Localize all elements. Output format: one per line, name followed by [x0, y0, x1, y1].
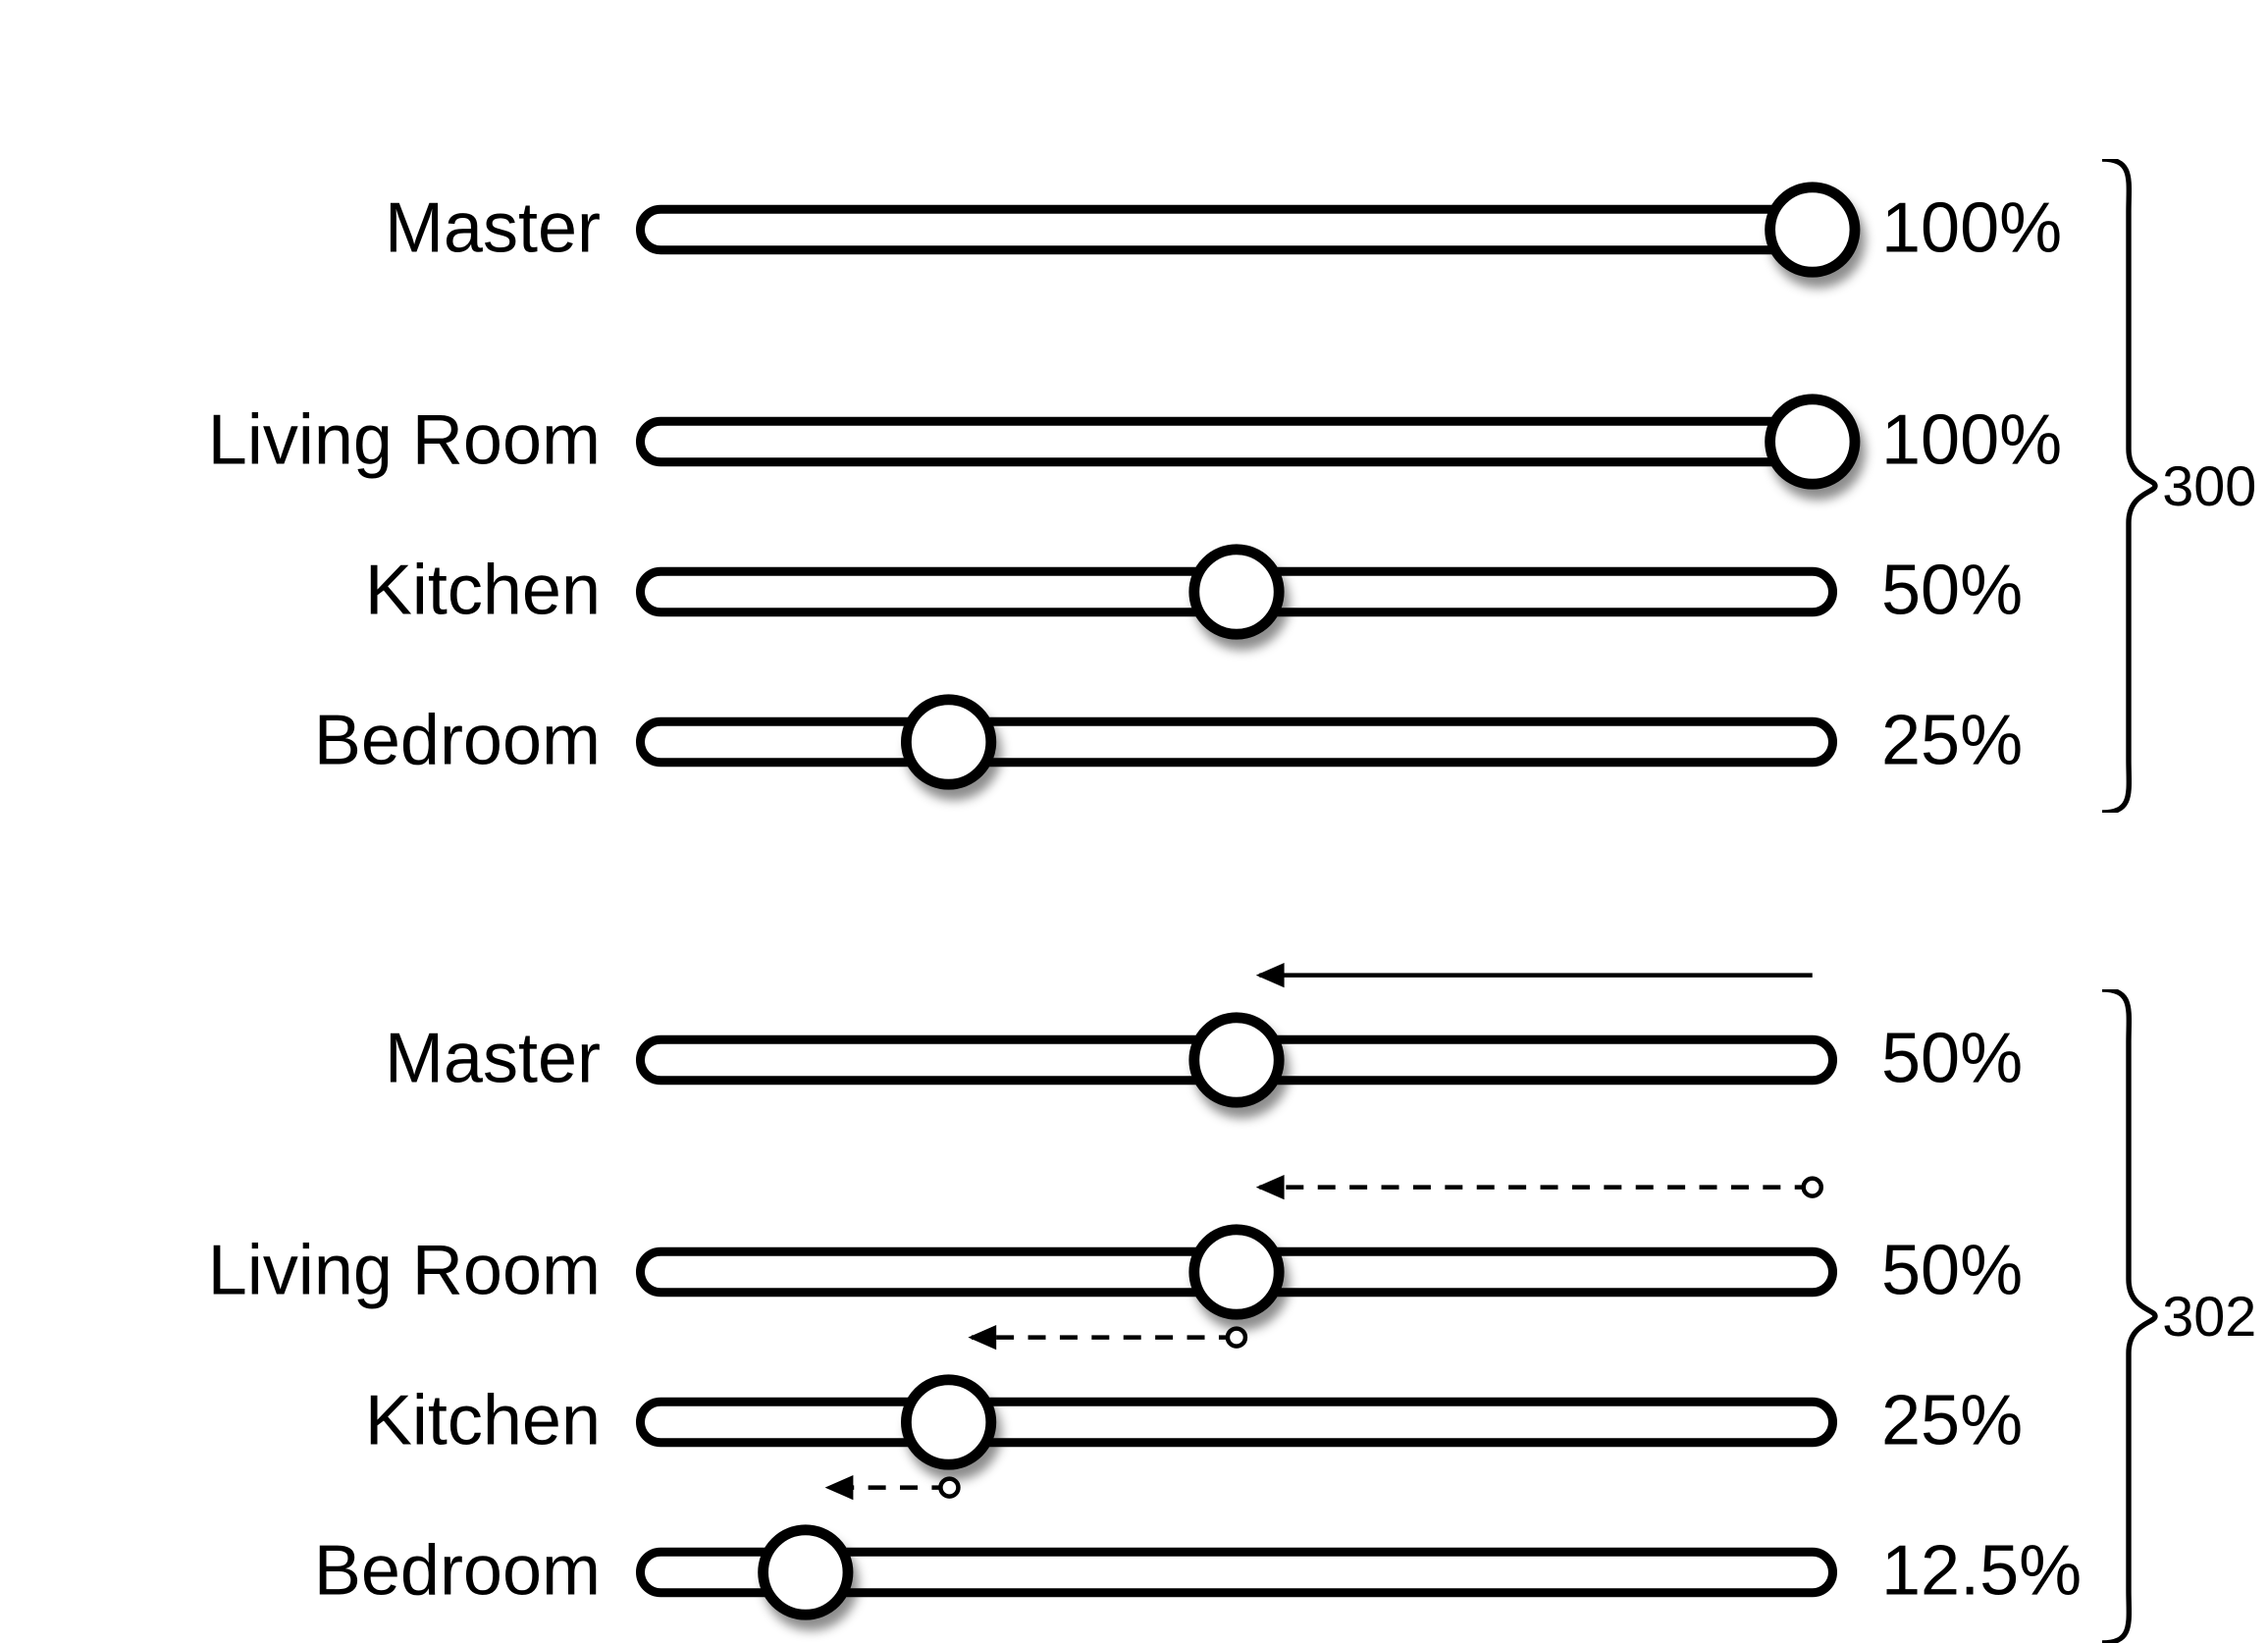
slider-knob[interactable]	[1765, 394, 1860, 489]
slider-knob[interactable]	[1188, 544, 1284, 639]
slider-row: Living Room 100%	[0, 371, 2268, 512]
slider-label: Kitchen	[365, 1383, 601, 1462]
slider-value: 100%	[1881, 190, 2062, 270]
slider-row: Master 50%	[0, 989, 2268, 1131]
dashed-arrow-icon	[807, 1466, 970, 1509]
slider-track[interactable]	[636, 1398, 1837, 1447]
slider-knob[interactable]	[901, 1374, 996, 1469]
slider-label: Kitchen	[365, 553, 601, 632]
slider-knob[interactable]	[901, 694, 996, 789]
slider-label: Bedroom	[314, 703, 601, 782]
slider-track[interactable]	[636, 417, 1837, 466]
dashed-arrow-icon	[950, 1316, 1257, 1358]
slider-track[interactable]	[636, 205, 1837, 254]
slider-value: 25%	[1881, 703, 2023, 782]
slider-row: Kitchen 50%	[0, 521, 2268, 662]
slider-row: Bedroom 25%	[0, 671, 2268, 813]
brace-icon	[2102, 159, 2162, 813]
group-annotation: 300	[2162, 454, 2256, 520]
slider-track[interactable]	[636, 717, 1837, 767]
slider-value: 25%	[1881, 1383, 2023, 1462]
slider-row: Bedroom 12.5%	[0, 1502, 2268, 1643]
slider-knob[interactable]	[757, 1524, 852, 1619]
slider-knob[interactable]	[1188, 1224, 1284, 1319]
slider-knob[interactable]	[1188, 1012, 1284, 1107]
slider-row: Kitchen 25%	[0, 1352, 2268, 1493]
slider-value: 50%	[1881, 1021, 2023, 1100]
group-annotation: 302	[2162, 1285, 2256, 1351]
slider-value: 12.5%	[1881, 1533, 2082, 1613]
slider-label: Living Room	[208, 1233, 601, 1312]
slider-label: Master	[385, 1021, 601, 1100]
arrow-icon	[1239, 954, 1834, 996]
slider-value: 50%	[1881, 553, 2023, 632]
slider-value: 100%	[1881, 402, 2062, 482]
slider-label: Master	[385, 190, 601, 270]
slider-value: 50%	[1881, 1233, 2023, 1312]
slider-label: Bedroom	[314, 1533, 601, 1613]
dashed-arrow-icon	[1239, 1166, 1834, 1208]
slider-row: Master 100%	[0, 159, 2268, 300]
slider-label: Living Room	[208, 402, 601, 482]
brace-icon	[2102, 989, 2162, 1643]
slider-knob[interactable]	[1765, 182, 1860, 277]
